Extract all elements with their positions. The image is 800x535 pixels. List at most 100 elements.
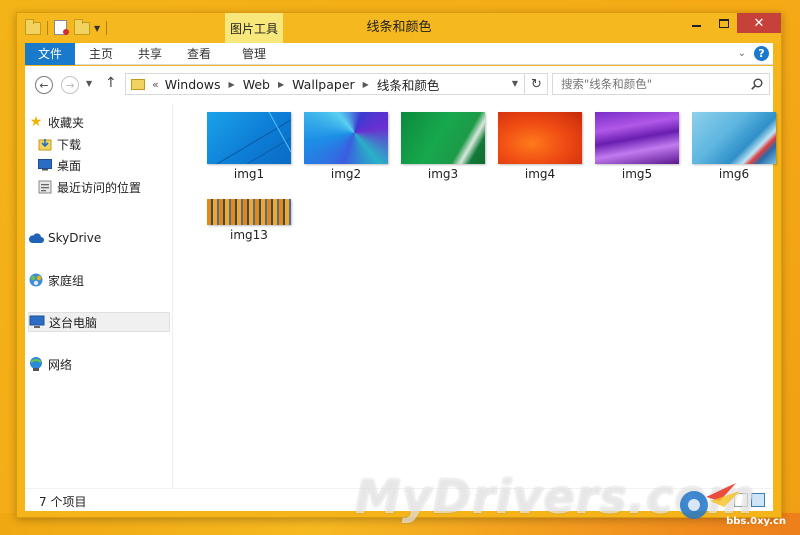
breadcrumb-current-folder[interactable]: 线条和颜色 xyxy=(377,75,440,94)
minimize-button[interactable] xyxy=(683,13,710,33)
caption-buttons: ✕ xyxy=(683,13,781,33)
nav-item-recent-places[interactable]: 最近访问的位置 xyxy=(37,177,170,197)
tab-file[interactable]: 文件 xyxy=(25,43,75,65)
maximize-button[interactable] xyxy=(710,13,737,33)
breadcrumb-windows[interactable]: Windows xyxy=(165,77,221,92)
nav-item-network[interactable]: 网络 xyxy=(28,354,170,374)
details-view-button[interactable] xyxy=(734,493,748,507)
breadcrumb-separator-icon[interactable]: ▶ xyxy=(363,80,369,89)
recent-places-icon xyxy=(37,179,53,195)
context-tab-picture-tools: 图片工具 xyxy=(225,13,283,43)
nav-item-skydrive[interactable]: SkyDrive xyxy=(28,228,170,248)
nav-item-this-pc[interactable]: 这台电脑 xyxy=(28,312,170,332)
breadcrumb-separator-icon[interactable]: ▶ xyxy=(278,80,284,89)
thumbnail-image xyxy=(207,112,291,164)
file-item[interactable]: img1 xyxy=(204,112,294,181)
file-name: img5 xyxy=(621,167,653,181)
folder-icon xyxy=(131,78,145,90)
close-icon: ✕ xyxy=(753,15,765,31)
expand-ribbon-icon[interactable]: ⌄ xyxy=(738,48,746,59)
properties-icon[interactable] xyxy=(54,20,70,36)
refresh-button[interactable]: ↻ xyxy=(526,73,548,95)
nav-item-desktop[interactable]: 桌面 xyxy=(37,155,170,175)
quick-access-toolbar: ▼ xyxy=(25,19,109,37)
navigation-pane: ★ 收藏夹 下载 桌面 最近访问的位置 SkyDrive 家庭组 这台电脑 网络 xyxy=(25,104,173,488)
nav-item-favorites[interactable]: ★ 收藏夹 xyxy=(28,112,170,132)
thumbnail-image xyxy=(498,112,582,164)
file-name: img2 xyxy=(330,167,362,181)
nav-item-label: 家庭组 xyxy=(48,273,85,288)
file-name: img1 xyxy=(233,167,265,181)
thumbnail-image xyxy=(207,199,291,225)
file-item[interactable]: img13 xyxy=(204,199,294,242)
back-button[interactable]: ← xyxy=(35,76,53,94)
homegroup-icon xyxy=(28,272,44,288)
star-icon: ★ xyxy=(29,114,43,130)
file-name: img6 xyxy=(718,167,750,181)
up-arrow-icon[interactable]: ↑ xyxy=(105,75,117,91)
search-input[interactable] xyxy=(553,74,743,94)
ribbon-tabs: 文件 主页 共享 查看 管理 ⌄ ? xyxy=(25,43,773,65)
nav-item-downloads[interactable]: 下载 xyxy=(37,134,170,154)
cloud-icon xyxy=(28,230,44,246)
title-bar: ▼ 图片工具 线条和颜色 ✕ xyxy=(17,13,781,43)
ribbon-controls: ⌄ ? xyxy=(738,46,769,61)
thumbnail-image xyxy=(595,112,679,164)
search-box[interactable] xyxy=(552,73,770,95)
file-item[interactable]: img3 xyxy=(398,112,488,181)
address-bar[interactable]: « Windows ▶ Web ▶ Wallpaper ▶ 线条和颜色 ▼ xyxy=(125,73,525,95)
nav-item-label: 最近访问的位置 xyxy=(57,180,142,195)
file-name: img3 xyxy=(427,167,459,181)
file-name: img4 xyxy=(524,167,556,181)
file-item[interactable]: img2 xyxy=(301,112,391,181)
tab-manage[interactable]: 管理 xyxy=(225,43,283,65)
nav-item-label: 下载 xyxy=(57,137,82,152)
nav-item-label: 网络 xyxy=(48,357,73,372)
forward-button[interactable]: → xyxy=(61,76,79,94)
tab-home[interactable]: 主页 xyxy=(75,43,127,65)
tab-view[interactable]: 查看 xyxy=(175,43,223,65)
nav-item-label: 这台电脑 xyxy=(49,315,98,330)
recent-locations-icon[interactable]: ▼ xyxy=(86,79,92,88)
breadcrumb-web[interactable]: Web xyxy=(243,77,270,92)
item-count: 7 个项目 xyxy=(39,495,87,509)
file-item[interactable]: img5 xyxy=(592,112,682,181)
file-name: img13 xyxy=(230,228,268,242)
separator xyxy=(106,21,108,35)
content-area: ★ 收藏夹 下载 桌面 最近访问的位置 SkyDrive 家庭组 这台电脑 网络… xyxy=(25,104,776,488)
back-arrow-icon: ← xyxy=(39,78,49,92)
folder-icon[interactable] xyxy=(25,19,41,36)
minimize-icon xyxy=(692,25,701,27)
network-icon xyxy=(28,356,44,372)
nav-item-label: 收藏夹 xyxy=(48,115,85,130)
nav-item-label: 桌面 xyxy=(57,158,82,173)
view-switcher xyxy=(734,493,765,507)
computer-icon xyxy=(29,314,45,330)
help-icon[interactable]: ? xyxy=(754,46,769,61)
file-item[interactable]: img4 xyxy=(495,112,585,181)
refresh-icon: ↻ xyxy=(531,76,542,92)
explorer-window: ▼ 图片工具 线条和颜色 ✕ 文件 主页 共享 查看 管理 ⌄ ? ← → ▼ … xyxy=(16,12,782,518)
thumbnail-image xyxy=(401,112,485,164)
address-history-icon[interactable]: ▼ xyxy=(512,79,518,88)
forward-arrow-icon: → xyxy=(65,78,75,92)
nav-item-homegroup[interactable]: 家庭组 xyxy=(28,270,170,290)
separator xyxy=(47,21,48,35)
watermark-url: bbs.0xy.cn xyxy=(726,516,786,527)
thumbnail-image xyxy=(692,112,776,164)
search-icon[interactable] xyxy=(751,78,763,90)
file-item[interactable]: img6 xyxy=(689,112,779,181)
address-overflow[interactable]: « xyxy=(152,78,159,91)
breadcrumb-separator-icon[interactable]: ▶ xyxy=(229,80,235,89)
maximize-icon xyxy=(718,18,729,28)
navigation-bar: ← → ▼ ↑ « Windows ▶ Web ▶ Wallpaper ▶ 线条… xyxy=(25,66,773,104)
breadcrumb-wallpaper[interactable]: Wallpaper xyxy=(292,77,355,92)
new-folder-icon[interactable] xyxy=(74,19,90,36)
large-icons-view-button[interactable] xyxy=(751,493,765,507)
downloads-icon xyxy=(37,136,53,152)
close-button[interactable]: ✕ xyxy=(737,13,781,33)
tab-share[interactable]: 共享 xyxy=(127,43,173,65)
customize-toolbar-icon[interactable]: ▼ xyxy=(94,24,100,33)
window-title: 线条和颜色 xyxy=(366,20,432,35)
thumbnail-image xyxy=(304,112,388,164)
